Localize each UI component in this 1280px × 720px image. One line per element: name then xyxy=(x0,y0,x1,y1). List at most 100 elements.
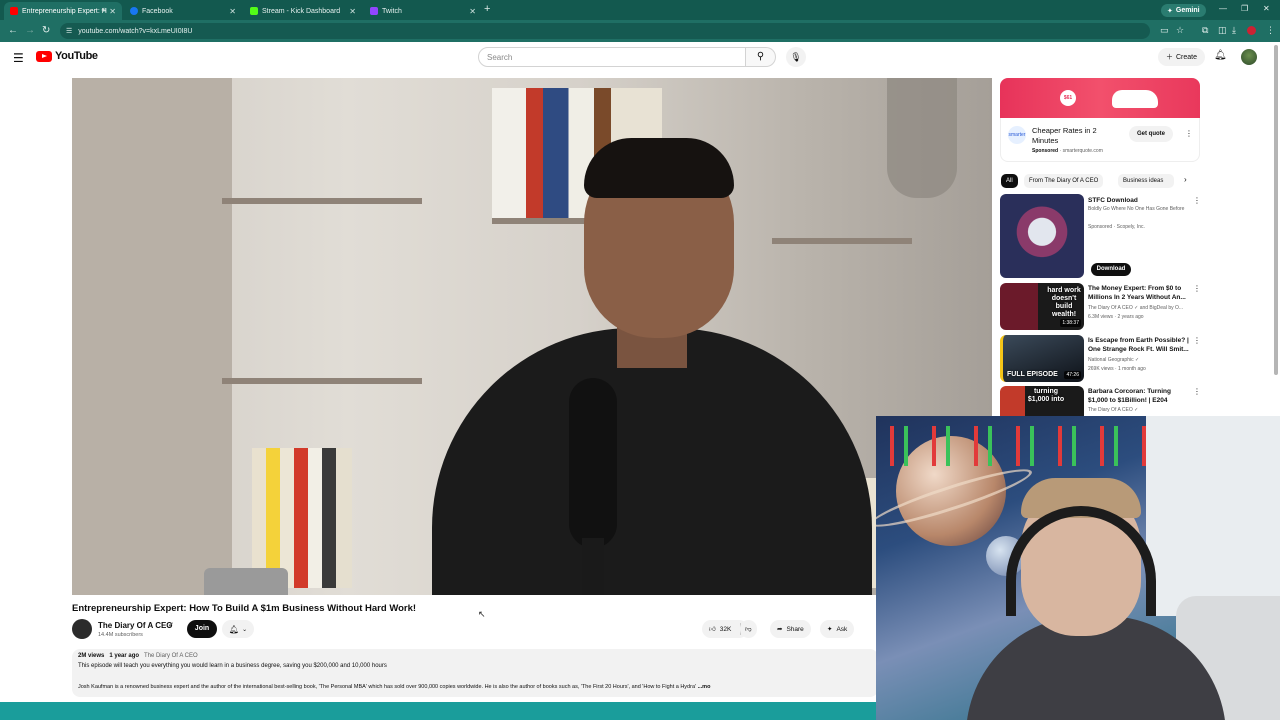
bookmark-star-icon[interactable]: ☆ xyxy=(1176,25,1184,36)
sidepanel-icon[interactable]: ◫ xyxy=(1218,25,1227,36)
recommendation-more-icon[interactable]: ⋮ xyxy=(1193,196,1201,205)
notifications-bell-icon[interactable]: 🔔︎ xyxy=(1214,50,1227,61)
ad-price-tag: $61 xyxy=(1060,90,1076,106)
tab-facebook[interactable]: Facebook ✕ xyxy=(124,2,242,20)
hamburger-menu-icon[interactable]: ☰ xyxy=(13,51,24,65)
close-tab-icon[interactable]: ✕ xyxy=(349,7,356,16)
tab-label: Entrepreneurship Expert: H xyxy=(22,7,107,15)
guest-hair xyxy=(584,138,734,198)
youtube-header: ☰ YouTube Search ⚲ 🎙︎ ＋ Create 🔔︎ xyxy=(0,42,1280,72)
chip-channel[interactable]: From The Diary Of A CEO xyxy=(1024,174,1104,188)
recommendation-thumbnail[interactable] xyxy=(1000,194,1084,278)
profile-icon[interactable] xyxy=(1247,26,1256,35)
minimize-icon[interactable]: — xyxy=(1219,4,1227,13)
subscription-bell-button[interactable]: 🔔︎ ⌄ xyxy=(222,620,254,638)
window-blinds xyxy=(1146,416,1280,616)
extension-icon[interactable]: ⧉ xyxy=(1202,25,1208,36)
chip-all[interactable]: All xyxy=(1001,174,1018,188)
channel-name[interactable]: The Diary Of A CEO xyxy=(98,621,173,630)
recommendation-thumbnail[interactable]: FULL EPISODE 47:26 xyxy=(1000,335,1084,382)
recommendation-thumbnail[interactable]: hard work doesn't build wealth! 1:38:37 xyxy=(1000,283,1084,330)
tab-youtube[interactable]: Entrepreneurship Expert: H 🔊︎ ✕ xyxy=(4,2,122,20)
page-scrollbar[interactable] xyxy=(1274,45,1278,375)
description-body: Josh Kaufman is a renowned business expe… xyxy=(78,684,868,690)
kick-favicon-icon xyxy=(250,7,258,15)
recommendation-channel[interactable]: The Diary Of A CEO ✓ xyxy=(1088,407,1192,414)
recommendation-title[interactable]: The Money Expert: From $0 to Millions In… xyxy=(1088,284,1192,302)
bell-icon: 🔔︎ xyxy=(228,624,240,634)
chip-business-ideas[interactable]: Business ideas xyxy=(1118,174,1174,188)
recommendation-more-icon[interactable]: ⋮ xyxy=(1193,336,1201,345)
recommendation-channel[interactable]: The Diary Of A CEO ✓ and BigDeal by O... xyxy=(1088,305,1192,312)
create-button[interactable]: ＋ Create xyxy=(1158,48,1206,66)
video-duration: 47:26 xyxy=(1064,371,1081,379)
youtube-logo[interactable]: YouTube xyxy=(36,50,98,62)
sponsored-label: Sponsored xyxy=(1032,148,1059,154)
youtube-favicon-icon xyxy=(10,7,18,15)
close-window-icon[interactable]: ✕ xyxy=(1263,4,1270,13)
recommendation-more-icon[interactable]: ⋮ xyxy=(1193,387,1201,396)
join-button[interactable]: Join xyxy=(187,620,217,638)
shelf xyxy=(772,238,912,244)
thumbs-down-icon: 👎︎ xyxy=(745,626,752,633)
download-icon[interactable]: ⤓ xyxy=(1232,25,1236,36)
browser-tab-bar: Entrepreneurship Expert: H 🔊︎ ✕ Facebook… xyxy=(0,0,1280,20)
recommendation-channel[interactable]: National Geographic ✓ xyxy=(1088,357,1192,364)
omnibox[interactable]: ☰ youtube.com/watch?v=kxLmeUI0I8U xyxy=(60,23,1150,39)
ad-more-icon[interactable]: ⋮ xyxy=(1185,129,1193,138)
ask-button[interactable]: ✦ Ask xyxy=(820,620,855,638)
show-more-link[interactable]: ...mo xyxy=(698,684,711,690)
new-tab-button[interactable]: + xyxy=(484,3,490,15)
tab-label: Twitch xyxy=(382,7,402,15)
maximize-icon[interactable]: ❐ xyxy=(1241,4,1248,13)
microphone-arm xyxy=(582,538,604,595)
dislike-button[interactable]: 👎︎ xyxy=(740,620,757,638)
video-player[interactable] xyxy=(72,78,992,595)
back-icon[interactable]: ← xyxy=(8,25,18,36)
url-text: youtube.com/watch?v=kxLmeUI0I8U xyxy=(78,27,193,35)
mouse-cursor-icon: ↖ xyxy=(478,609,486,619)
close-tab-icon[interactable]: ✕ xyxy=(109,7,116,16)
share-label: Share xyxy=(786,625,804,633)
voice-search-button[interactable]: 🎙︎ xyxy=(786,47,806,67)
download-button[interactable]: Download xyxy=(1091,263,1131,276)
thumbnail-caption: FULL EPISODE xyxy=(1007,371,1058,378)
description-summary: This episode will teach you everything y… xyxy=(78,663,387,669)
recommendation-title[interactable]: Is Escape from Earth Possible? | One Str… xyxy=(1088,336,1192,354)
ad-sponsor-line: Sponsored · smarterquote.com xyxy=(1032,148,1103,154)
channel-avatar[interactable] xyxy=(72,619,92,639)
speaker-icon[interactable]: 🔊︎ xyxy=(102,7,106,15)
avatar[interactable] xyxy=(1241,49,1257,65)
share-button[interactable]: ➦ Share xyxy=(770,620,811,638)
search-input[interactable]: Search xyxy=(478,47,746,67)
recommendation-more-icon[interactable]: ⋮ xyxy=(1193,284,1201,293)
chevron-right-icon[interactable]: › xyxy=(1184,175,1187,184)
tab-kick[interactable]: Stream - Kick Dashboard ✕ xyxy=(244,2,362,20)
recommendation-title[interactable]: Barbara Corcoran: Turning $1,000 to $1Bi… xyxy=(1088,387,1192,405)
twitch-favicon-icon xyxy=(370,7,378,15)
get-quote-button[interactable]: Get quote xyxy=(1129,126,1173,142)
guest-body xyxy=(432,328,872,595)
description-channel-tag[interactable]: The Diary Of A CEO xyxy=(144,653,198,659)
recommendation-title[interactable]: STFC Download xyxy=(1088,196,1192,205)
close-tab-icon[interactable]: ✕ xyxy=(469,7,476,16)
site-info-icon[interactable]: ☰ xyxy=(66,27,72,35)
subscriber-count: 14.4M subscribers xyxy=(98,632,143,638)
verified-badge-icon: ✔ xyxy=(168,622,174,629)
ad-banner-image[interactable]: $61 xyxy=(1000,78,1200,118)
reload-icon[interactable]: ↻ xyxy=(42,25,50,36)
recommendation-thumbnail[interactable]: turning $1,000 into xyxy=(1000,386,1084,417)
tab-twitch[interactable]: Twitch ✕ xyxy=(364,2,482,20)
description-body-text: Josh Kaufman is a renowned business expe… xyxy=(78,684,697,690)
cast-icon[interactable]: ▭ xyxy=(1160,25,1169,36)
close-tab-icon[interactable]: ✕ xyxy=(229,7,236,16)
books xyxy=(252,448,352,588)
bookshelf-left xyxy=(72,78,232,595)
video-title: Entrepreneurship Expert: How To Build A … xyxy=(72,603,417,614)
search-button[interactable]: ⚲ xyxy=(746,47,776,67)
gemini-button[interactable]: ✦ Gemini xyxy=(1161,4,1206,17)
chevron-down-icon: ⌄ xyxy=(242,626,248,633)
browser-menu-icon[interactable]: ⋮ xyxy=(1266,25,1275,36)
ad-title[interactable]: Cheaper Rates in 2 Minutes xyxy=(1032,126,1122,146)
forward-icon[interactable]: → xyxy=(25,25,35,36)
